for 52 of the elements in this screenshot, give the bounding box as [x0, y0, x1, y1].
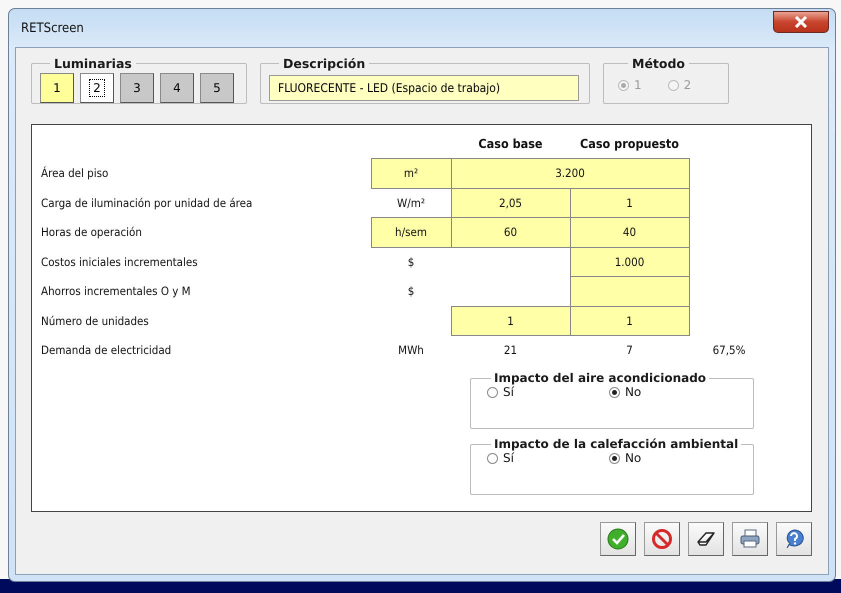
- radio-button[interactable]: Sí: [487, 451, 514, 465]
- number-button[interactable]: 2: [80, 73, 114, 103]
- row-label: Carga de iluminación por unidad de área: [41, 194, 254, 212]
- input-field[interactable]: 3.200: [450, 158, 690, 188]
- table-cell-text: $: [406, 254, 416, 271]
- group-title: Luminarias: [53, 56, 133, 71]
- number-button[interactable]: 5: [200, 73, 234, 103]
- group-title: Descripción: [282, 56, 366, 71]
- input-field[interactable]: 1: [570, 306, 690, 336]
- description-field[interactable]: FLUORECENTE - LED (Espacio de trabajo): [269, 75, 579, 101]
- table-cell-text: $: [406, 283, 416, 300]
- input-field[interactable]: h/sem: [370, 217, 452, 248]
- input-field[interactable]: 1: [450, 306, 570, 336]
- input-field[interactable]: 2,05: [450, 188, 570, 218]
- table-cell-text: MWh: [397, 342, 425, 360]
- input-field[interactable]: m²: [370, 158, 452, 188]
- row-label: Demanda de electricidad: [41, 342, 172, 360]
- toolbar-button[interactable]: [776, 522, 812, 556]
- table-cell-text: 7: [625, 342, 634, 360]
- row-label: Número de unidades: [41, 312, 150, 330]
- column-header: Caso propuesto: [579, 135, 680, 154]
- toolbar-button[interactable]: [688, 522, 724, 556]
- input-field[interactable]: 60: [450, 217, 570, 248]
- number-button[interactable]: 4: [160, 73, 194, 103]
- window-title: RETScreen: [20, 20, 84, 36]
- close-icon: [794, 16, 808, 28]
- table-cell-text: 21: [502, 342, 518, 360]
- column-header: Caso base: [477, 135, 544, 154]
- number-button[interactable]: 1: [40, 73, 74, 103]
- prohibited-icon: [651, 528, 673, 550]
- row-label: Horas de operación: [41, 224, 143, 242]
- radio-button[interactable]: No: [608, 451, 642, 465]
- table-cell-text: W/m²: [396, 194, 426, 212]
- table-cell-text: 67,5%: [712, 342, 746, 360]
- checkmark-icon: [607, 528, 629, 550]
- close-button[interactable]: [773, 11, 829, 33]
- eraser-icon: [696, 531, 716, 547]
- group-title: Método: [631, 56, 686, 71]
- group-title: Impacto de la calefacción ambiental: [493, 437, 740, 451]
- input-field[interactable]: [570, 276, 690, 306]
- number-button[interactable]: 3: [120, 73, 154, 103]
- row-label: Ahorros incrementales O y M: [41, 283, 192, 300]
- input-field[interactable]: 1: [570, 188, 690, 218]
- input-field[interactable]: 40: [570, 217, 690, 248]
- group-title: Impacto del aire acondicionado: [493, 371, 708, 385]
- row-label: Costos iniciales incrementales: [41, 254, 199, 271]
- row-label: Área del piso: [41, 165, 110, 182]
- printer-icon: [739, 529, 761, 549]
- radio-button[interactable]: Sí: [487, 385, 514, 399]
- input-field[interactable]: 1.000: [570, 246, 690, 277]
- radio-button[interactable]: No: [608, 385, 642, 399]
- toolbar-button[interactable]: [732, 522, 768, 556]
